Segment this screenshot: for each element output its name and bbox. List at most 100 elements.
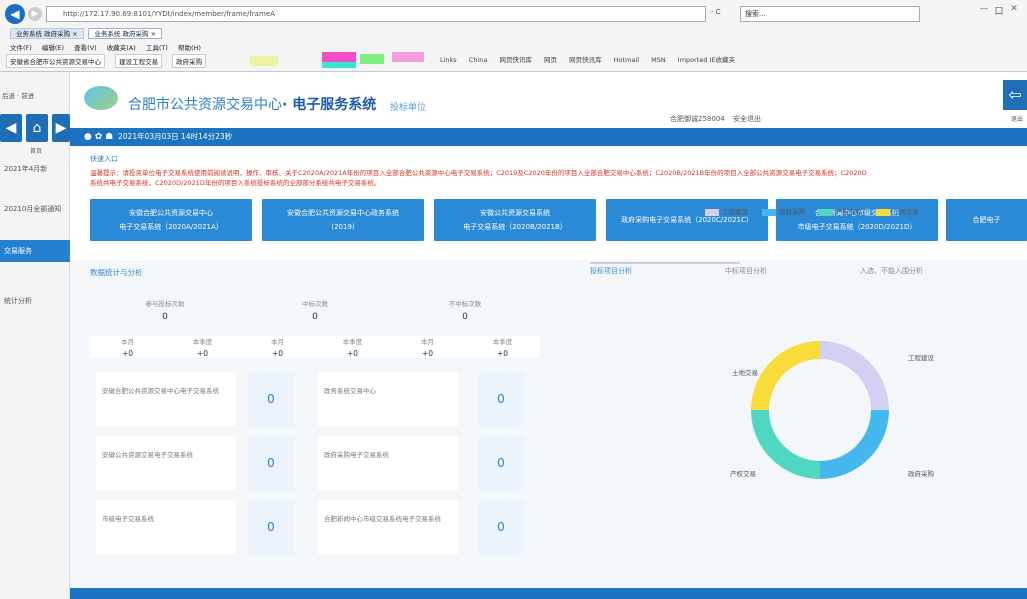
user-type-label: 投标单位 — [390, 103, 427, 113]
link-item[interactable]: 网页快讯库 — [569, 56, 602, 64]
legend-item[interactable]: 政府采购 — [762, 206, 805, 216]
browser-tab[interactable]: 业务系统 政府采购 × — [10, 28, 84, 39]
stat-sub-label: 本季度 — [342, 338, 363, 346]
legend-swatch — [876, 208, 890, 216]
exit-label: 退出 — [1010, 116, 1023, 123]
status-bar — [70, 588, 1027, 599]
donut-label: 政府采购 — [908, 470, 934, 478]
favorite-link[interactable]: 政府采购 — [172, 54, 207, 68]
forward-arrow-icon[interactable]: ▶ — [52, 114, 70, 142]
refresh-icon[interactable]: - C — [711, 8, 721, 16]
menu-favorites[interactable]: 收藏夹(A) — [107, 44, 136, 52]
stat-sub-label: 本月 — [121, 338, 134, 346]
close-window-button[interactable]: ✕ — [1008, 4, 1020, 14]
link-item[interactable]: Imported IE收藏夹 — [678, 56, 735, 64]
stat-sub: 本季度 +0 — [465, 336, 540, 358]
quick-entry-button[interactable]: 安徽合肥公共资源交易中心 电子交易系统（2020A/2021A） — [90, 199, 252, 241]
tab-win-analysis[interactable]: 中标项目分析 — [725, 266, 767, 276]
browser-tab-row: 业务系统 政府采购 × 业务系统 政府采购 × — [10, 28, 164, 40]
donut-label: 产权交易 — [730, 470, 756, 478]
stat-sub-value: +0 — [271, 349, 284, 358]
stat-label: 参与投标次数 — [145, 300, 185, 308]
donut-slice[interactable] — [819, 409, 889, 479]
browser-menu-row: 文件(F) 编辑(E) 查看(V) 收藏夹(A) 工具(T) 帮助(H) — [10, 42, 209, 52]
donut-slice[interactable] — [751, 341, 821, 411]
glitch-block — [392, 52, 424, 62]
link-item[interactable]: Links — [440, 56, 457, 64]
menu-help[interactable]: 帮助(H) — [178, 44, 201, 52]
link-item[interactable]: Hotmail — [614, 56, 639, 64]
legend-item[interactable]: 工程建设 — [705, 206, 748, 216]
system-count-value: 0 — [478, 372, 524, 426]
legend-label: 土地交易 — [893, 208, 919, 216]
chart-legend: 工程建设 政府采购 产权交易 土地交易 — [705, 206, 933, 216]
legend-item[interactable]: 土地交易 — [876, 206, 919, 216]
menu-tools[interactable]: 工具(T) — [146, 44, 168, 52]
legend-item[interactable]: 产权交易 — [819, 206, 862, 216]
username: 合肥御诚258004 — [670, 115, 725, 123]
address-bar[interactable]: http://172.17.90.69:8101/YYDt/index/memb… — [46, 6, 706, 22]
logo-icon — [84, 86, 118, 110]
date-bar: ● ✿ ☗ 2021年03月03日 14时14分23秒 — [70, 128, 1027, 146]
system-count-value: 0 — [248, 436, 294, 490]
donut-label: 工程建设 — [908, 354, 934, 362]
legend-swatch — [705, 208, 719, 216]
toolbar-icons[interactable]: ● ✿ ☗ — [84, 128, 113, 146]
quick-entry-label: 安徽公共资源交易系统 电子交易系统（2020B/2021B） — [463, 209, 567, 231]
donut-slice[interactable] — [819, 341, 889, 411]
donut-slice[interactable] — [751, 409, 821, 479]
exit-icon[interactable]: ⇦ — [1003, 80, 1027, 110]
main-content: 合肥市公共资源交易中心· 电子服务系统 投标单位 ⇦ 退出 合肥御诚258004… — [70, 72, 1027, 599]
system-count-label: 政府采购电子交易系统 — [318, 436, 458, 490]
stat-value: 0 — [462, 312, 468, 322]
donut-label: 土地交易 — [732, 369, 758, 377]
quick-entry-button[interactable]: 合肥电子 — [946, 199, 1027, 241]
sidebar-item[interactable]: 20210月全部通知 — [0, 198, 70, 220]
stat-value: 0 — [162, 312, 168, 322]
link-item[interactable]: MSN — [651, 56, 666, 64]
forward-button[interactable]: ▶ — [28, 7, 42, 21]
current-datetime: 2021年03月03日 14时14分23秒 — [118, 132, 233, 141]
favorite-link[interactable]: 安徽省合肥市公共资源交易中心 — [6, 54, 105, 68]
stat-sub-value: +0 — [421, 349, 434, 358]
links-bar: Links China 网页快讯库 网页 网页快讯库 Hotmail MSN I… — [440, 54, 745, 64]
donut-chart — [751, 341, 889, 479]
quick-entry-label: 政府采购电子交易系统（2020C/2021C） — [621, 216, 753, 224]
minimize-button[interactable]: — — [978, 4, 990, 14]
sidebar-item[interactable]: 统计分析 — [0, 290, 70, 312]
quick-entry-button[interactable]: 安徽公共资源交易系统 电子交易系统（2020B/2021B） — [434, 199, 596, 241]
system-count-value: 0 — [478, 500, 524, 554]
glitch-block — [360, 54, 384, 64]
menu-view[interactable]: 查看(V) — [74, 44, 97, 52]
sidebar-item[interactable]: 2021年4月新 — [0, 158, 70, 180]
tab-bid-analysis[interactable]: 投标项目分析 — [590, 266, 632, 276]
link-item[interactable]: 网页 — [544, 56, 557, 64]
back-button[interactable]: ◀ — [5, 4, 25, 24]
quick-entry-label: 安徽合肥公共资源交易中心 电子交易系统（2020A/2021A） — [119, 209, 223, 231]
home-icon[interactable]: ⌂ — [26, 114, 48, 142]
link-item[interactable]: 网页快讯库 — [499, 56, 532, 64]
browser-tab-active[interactable]: 业务系统 政府采购 × — [88, 28, 163, 39]
link-item[interactable]: China — [469, 56, 488, 64]
maximize-button[interactable]: 口 — [993, 4, 1005, 17]
menu-edit[interactable]: 编辑(E) — [42, 44, 64, 52]
favorite-link[interactable]: 建设工程交易 — [115, 54, 163, 68]
menu-file[interactable]: 文件(F) — [10, 44, 32, 52]
stat-win-count: 中标次数 0 — [240, 298, 390, 322]
stat-sub-value: +0 — [496, 349, 509, 358]
system-count-label: 安徽公共资源交易电子交易系统 — [96, 436, 236, 490]
legend-swatch — [762, 208, 776, 216]
sidebar-item-active[interactable]: 交易服务 — [0, 240, 70, 262]
glitch-block — [250, 56, 278, 66]
notice-text: 温馨提示：请投资单位电子交易系统使用前阅读说明，操作、审核、关于C2020A/2… — [90, 168, 1027, 188]
sidebar-crumb: 后退 · 前进 — [2, 92, 35, 100]
legend-swatch — [819, 208, 833, 216]
stat-sub-value: +0 — [196, 349, 209, 358]
stat-sub-value: +0 — [346, 349, 359, 358]
back-arrow-icon[interactable]: ◀ — [0, 114, 22, 142]
tab-shortlist-analysis[interactable]: 入选、不能入围分析 — [860, 266, 923, 276]
logout-link[interactable]: 安全退出 — [733, 115, 761, 123]
quick-entry-button[interactable]: 安徽合肥公共资源交易中心政务系统 (2019) — [262, 199, 424, 241]
browser-search-input[interactable]: 搜索... — [740, 6, 920, 22]
stat-sub-label: 本季度 — [492, 338, 513, 346]
